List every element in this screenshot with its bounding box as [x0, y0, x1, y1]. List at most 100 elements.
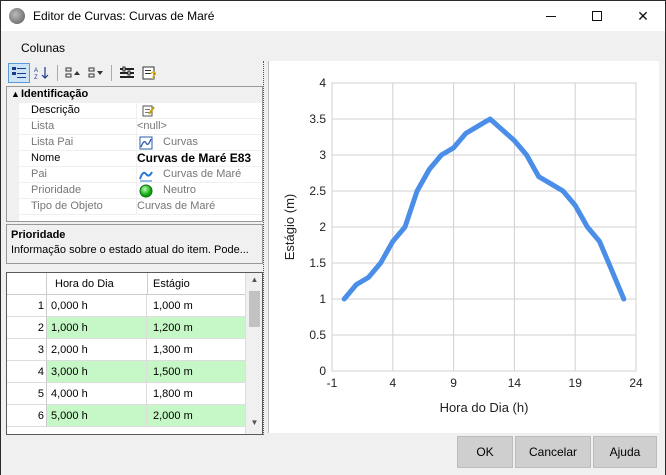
data-grid: Hora do Dia Estágio 1 0,000 h 1,000 m 2 …	[6, 272, 263, 435]
curve-list-icon	[139, 136, 153, 150]
move-up-icon	[65, 67, 80, 78]
menu-bar: Colunas	[0, 31, 666, 61]
y-tick-label: 2	[319, 220, 326, 234]
help-topic-button[interactable]: ?	[139, 63, 161, 83]
green-status-icon	[139, 184, 153, 198]
row-number[interactable]: 1	[7, 295, 47, 317]
table-row[interactable]: 3 2,000 h 1,300 m	[7, 339, 245, 361]
column-header-hora[interactable]: Hora do Dia	[55, 278, 114, 290]
row-number[interactable]: 4	[7, 361, 47, 383]
grid-header: Hora do Dia Estágio	[7, 273, 245, 295]
window-title: Editor de Curvas: Curvas de Maré	[33, 9, 215, 23]
property-row-pai[interactable]: Pai Curvas de Maré	[19, 167, 262, 183]
left-pane: AZ ? ▲ Identificação Descrição Lista <nu…	[6, 61, 263, 435]
app-icon	[9, 8, 25, 24]
property-value: Curvas de Maré	[163, 168, 242, 180]
property-row-lista[interactable]: Lista <null>	[19, 119, 262, 135]
categorized-button[interactable]	[8, 63, 30, 83]
property-value: Curvas	[163, 136, 198, 148]
x-tick-label: 4	[389, 376, 396, 390]
menu-colunas[interactable]: Colunas	[21, 41, 65, 55]
property-value: <null>	[137, 120, 167, 132]
help-icon: ?	[142, 66, 157, 81]
property-name: Tipo de Objeto	[31, 200, 103, 212]
y-tick-label: 1	[319, 292, 326, 306]
table-row[interactable]: 2 1,000 h 1,200 m	[7, 317, 245, 339]
ok-button[interactable]: OK	[457, 436, 513, 468]
category-header[interactable]: ▲ Identificação	[7, 87, 262, 103]
property-row-lista-pai[interactable]: Lista Pai Curvas	[19, 135, 262, 151]
cell-hora[interactable]: 2,000 h	[47, 339, 147, 361]
tide-curve-icon	[139, 171, 153, 182]
move-down-button[interactable]	[85, 63, 107, 83]
close-icon: ✕	[637, 7, 649, 24]
row-number[interactable]: 6	[7, 405, 47, 427]
property-toolbar: AZ ?	[6, 61, 263, 85]
row-number[interactable]: 3	[7, 339, 47, 361]
property-value: Curvas de Maré	[137, 200, 216, 212]
table-row[interactable]: 4 3,000 h 1,500 m	[7, 361, 245, 383]
description-title: Prioridade	[11, 229, 66, 241]
collapse-icon[interactable]: ▲	[11, 89, 20, 99]
properties-button[interactable]	[116, 63, 138, 83]
cell-hora[interactable]: 0,000 h	[47, 295, 147, 317]
cell-estagio[interactable]: 1,000 m	[147, 295, 245, 317]
cell-hora[interactable]: 4,000 h	[47, 383, 147, 405]
cell-estagio[interactable]: 1,200 m	[147, 317, 245, 339]
maximize-icon	[592, 11, 602, 21]
maximize-button[interactable]	[574, 1, 620, 31]
x-tick-label: 19	[569, 376, 583, 390]
cancel-button[interactable]: Cancelar	[515, 436, 591, 468]
window-border	[0, 31, 1, 475]
sort-alphabetical-button[interactable]: AZ	[31, 63, 53, 83]
description-text: Informação sobre o estado atual do item.…	[11, 244, 249, 256]
sort-az-icon: AZ	[34, 67, 49, 80]
toolbar-separator	[111, 65, 112, 81]
divider	[136, 135, 137, 151]
cell-hora[interactable]: 3,000 h	[47, 361, 147, 383]
x-tick-label: 24	[629, 376, 643, 390]
minimize-button[interactable]	[528, 1, 574, 31]
scroll-up-icon[interactable]: ▲	[246, 275, 262, 289]
table-row[interactable]: 5 4,000 h 1,800 m	[7, 383, 245, 405]
scroll-down-icon[interactable]: ▼	[246, 418, 262, 432]
column-divider[interactable]	[147, 273, 148, 295]
y-tick-label: 2.5	[309, 184, 326, 198]
cell-estagio[interactable]: 1,800 m	[147, 383, 245, 405]
grid-corner[interactable]	[7, 273, 47, 295]
column-header-estagio[interactable]: Estágio	[153, 278, 190, 290]
properties-icon	[120, 66, 134, 78]
y-tick-label: 3	[319, 148, 326, 162]
vertical-scrollbar[interactable]: ▲ ▼	[245, 273, 262, 434]
svg-text:?: ?	[150, 70, 157, 81]
table-row[interactable]: 6 5,000 h 2,000 m	[7, 405, 245, 427]
pane-splitter[interactable]	[263, 61, 267, 435]
property-row-descricao[interactable]: Descrição	[19, 103, 262, 119]
cell-hora[interactable]: 5,000 h	[47, 405, 147, 427]
divider	[136, 103, 137, 119]
property-gutter	[7, 103, 19, 221]
property-row-prioridade[interactable]: Prioridade Neutro	[19, 183, 262, 199]
cell-estagio[interactable]: 2,000 m	[147, 405, 245, 427]
table-row[interactable]: 1 0,000 h 1,000 m	[7, 295, 245, 317]
help-button[interactable]: Ajuda	[593, 436, 657, 468]
cell-estagio[interactable]: 1,500 m	[147, 361, 245, 383]
y-tick-label: 1.5	[309, 256, 326, 270]
property-row-tipo-de-objeto[interactable]: Tipo de Objeto Curvas de Maré	[19, 199, 262, 215]
cell-hora[interactable]: 1,000 h	[47, 317, 147, 339]
row-number[interactable]: 5	[7, 383, 47, 405]
y-tick-label: 4	[319, 76, 326, 90]
row-number[interactable]: 2	[7, 317, 47, 339]
tide-chart: -1 4 9 14 19 24 0 0.5 1 1.5 2 2.5 3 3.5 4 Hora do Dia (…	[282, 76, 643, 415]
y-tick-label: 0	[319, 364, 326, 378]
close-button[interactable]: ✕	[620, 1, 666, 31]
property-row-nome[interactable]: Nome Curvas de Maré E83	[19, 151, 262, 167]
cell-estagio[interactable]: 1,300 m	[147, 339, 245, 361]
x-axis-label: Hora do Dia (h)	[440, 400, 529, 415]
property-value: Neutro	[163, 184, 197, 196]
y-axis-label: Estágio (m)	[282, 194, 297, 260]
move-up-button[interactable]	[62, 63, 84, 83]
divider	[136, 167, 137, 183]
scroll-thumb[interactable]	[249, 291, 260, 327]
x-tick-label: 9	[450, 376, 457, 390]
